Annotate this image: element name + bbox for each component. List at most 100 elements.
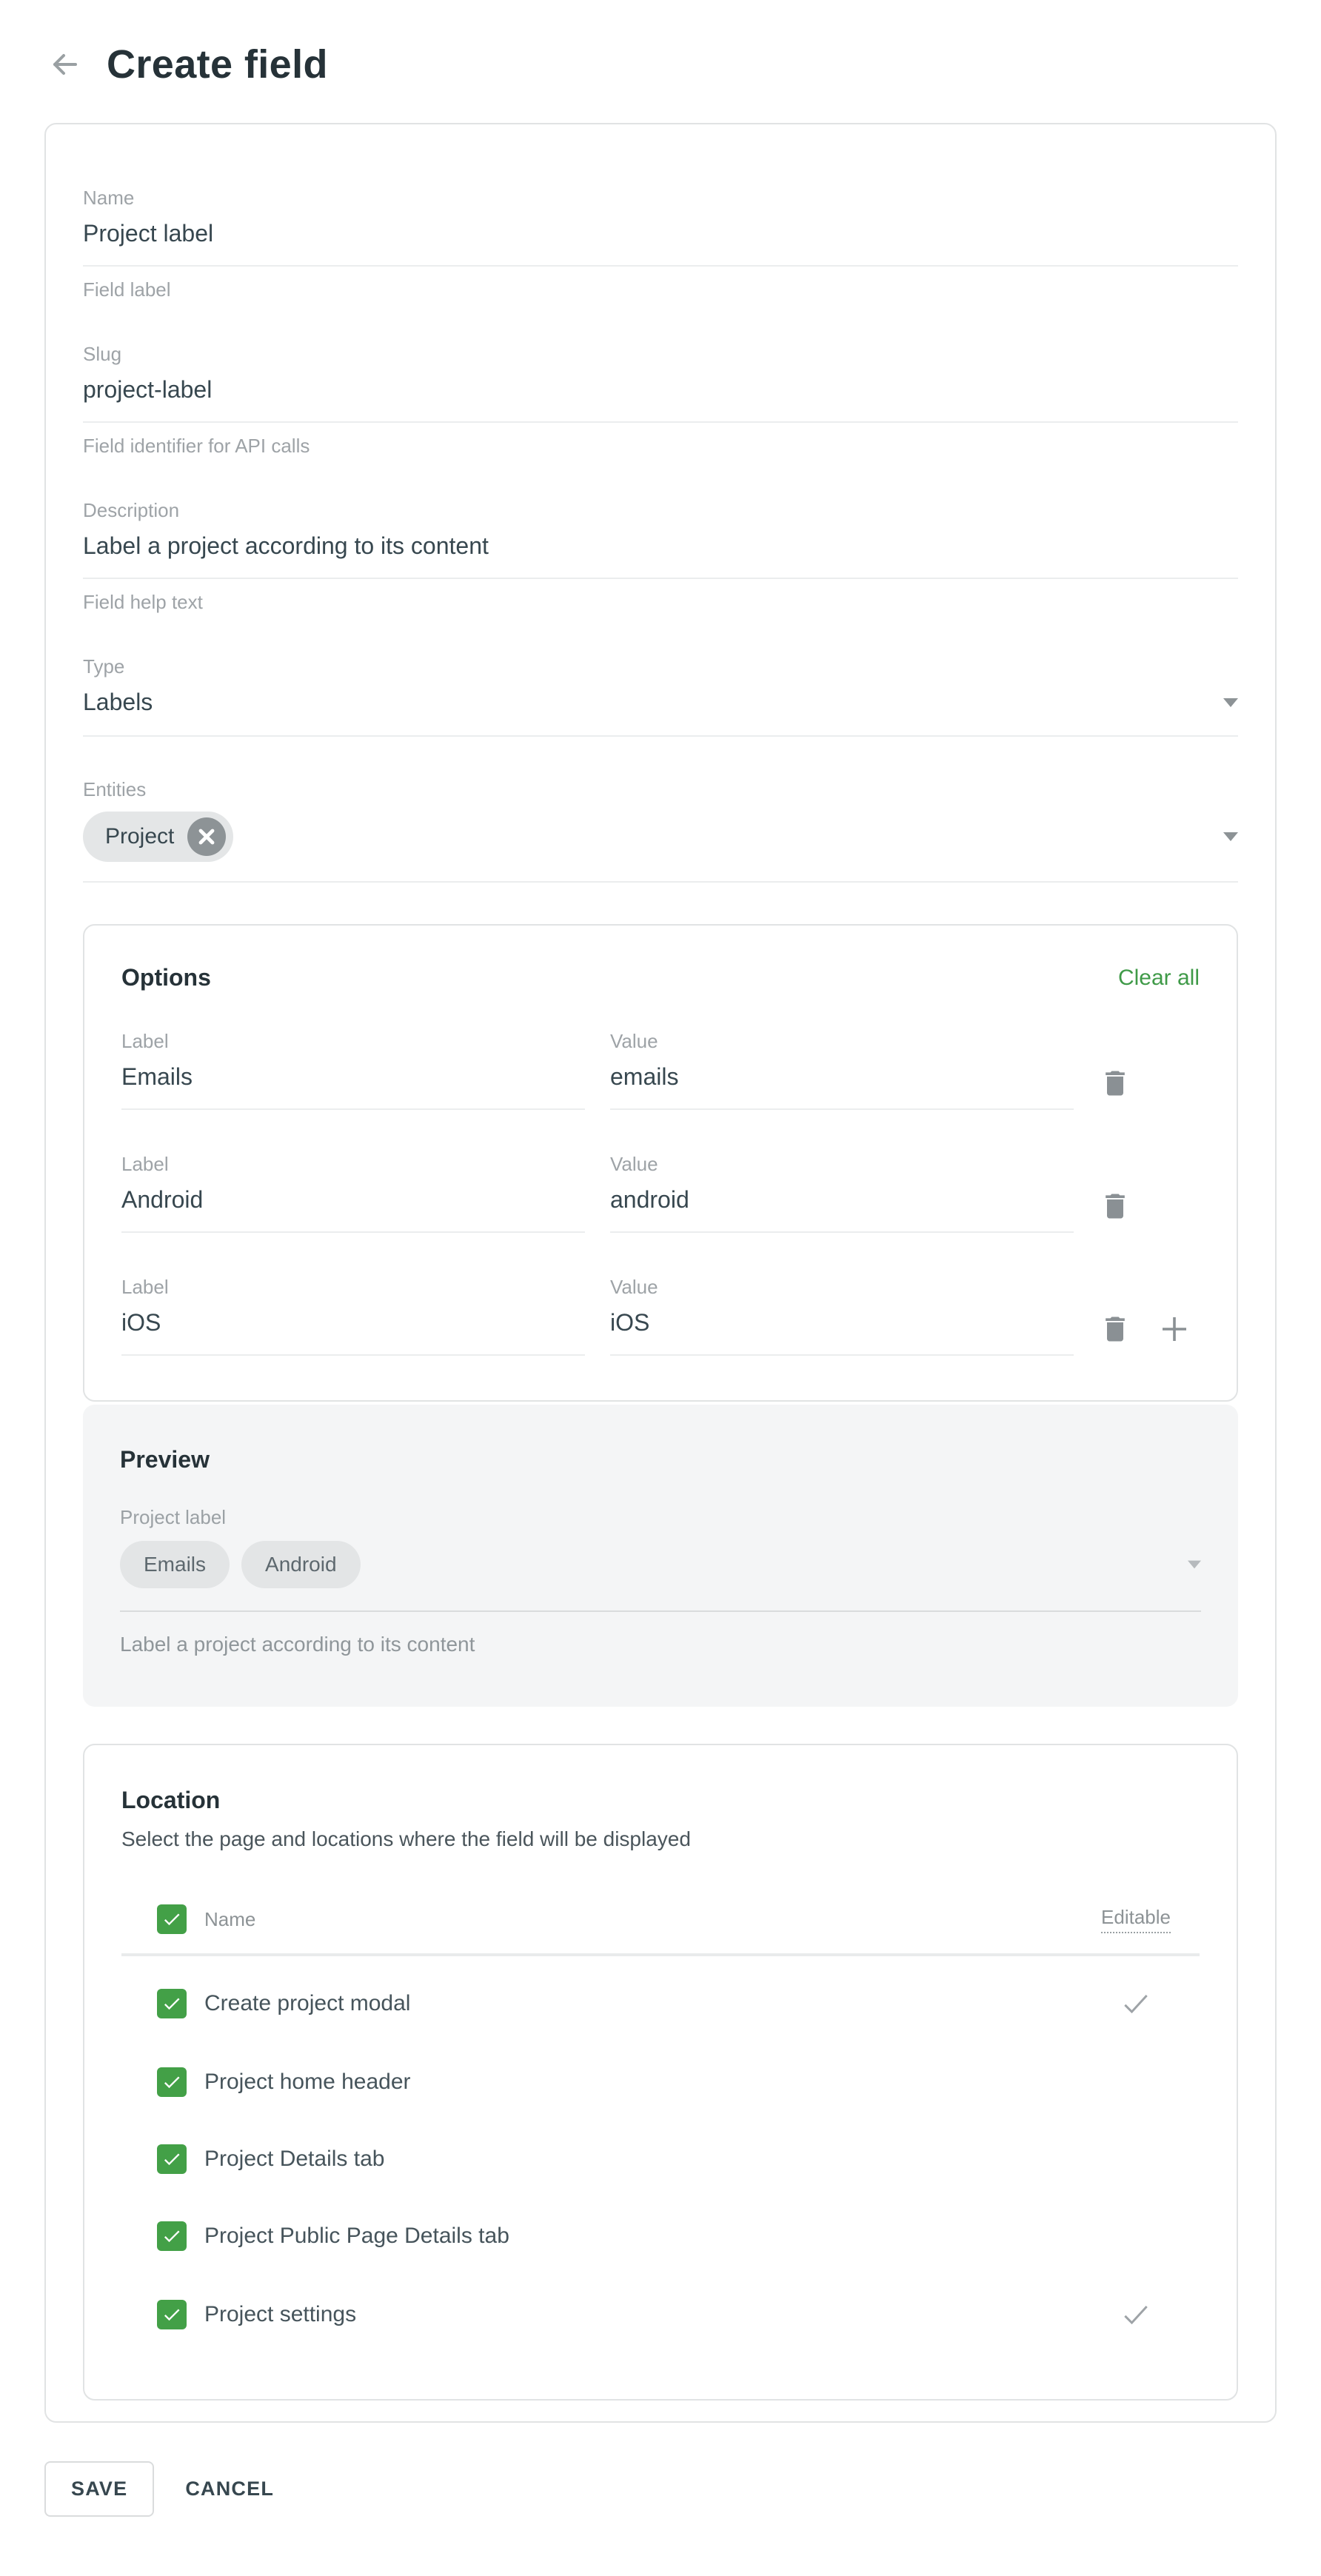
save-button[interactable]: SAVE	[44, 2461, 154, 2517]
entities-field-label: Entities	[83, 778, 1238, 801]
slug-field-label: Slug	[83, 343, 1238, 366]
option-label-input[interactable]	[121, 1063, 585, 1110]
row-checkbox[interactable]	[157, 2144, 187, 2174]
topbar: Create field	[44, 41, 1277, 87]
row-checkbox[interactable]	[157, 2300, 187, 2329]
check-icon	[161, 2149, 182, 2169]
editable-check-icon	[1120, 1987, 1152, 2020]
entities-field-group: Entities Project	[83, 778, 1238, 883]
preview-chip: Emails	[120, 1541, 230, 1588]
name-field-label: Name	[83, 187, 1238, 210]
location-row: Project Details tab	[121, 2121, 1200, 2198]
preview-labels-select[interactable]: Emails Android	[120, 1541, 1201, 1612]
row-checkbox-cell	[121, 2144, 204, 2174]
options-panel-header: Options Clear all	[121, 964, 1200, 991]
location-row-name: Project Details tab	[204, 2147, 384, 2172]
back-button[interactable]	[47, 47, 83, 82]
option-value-input[interactable]	[610, 1186, 1074, 1233]
delete-option-button[interactable]	[1099, 1067, 1131, 1100]
preview-field-label: Project label	[120, 1506, 1201, 1529]
table-header-divider	[121, 1953, 1200, 1956]
create-field-page: Create field Name Field label Slug Field…	[0, 0, 1321, 2576]
entity-chip: Project	[83, 812, 233, 862]
check-icon	[161, 2226, 182, 2247]
row-checkbox-cell	[121, 2067, 204, 2097]
type-select[interactable]: Labels	[83, 689, 1238, 737]
option-value-caption: Value	[610, 1153, 1074, 1176]
clear-all-button[interactable]: Clear all	[1118, 966, 1200, 991]
delete-option-button[interactable]	[1099, 1190, 1131, 1222]
cancel-button[interactable]: CANCEL	[182, 2463, 277, 2515]
option-value-caption: Value	[610, 1276, 1074, 1299]
slug-field-group: Slug Field identifier for API calls	[83, 343, 1238, 458]
option-row: Label Value	[121, 1276, 1200, 1356]
option-label-caption: Label	[121, 1276, 585, 1299]
location-row-name: Project settings	[204, 2302, 356, 2327]
option-value-caption: Value	[610, 1030, 1074, 1053]
option-label-input[interactable]	[121, 1186, 585, 1233]
preview-chip: Android	[241, 1541, 361, 1588]
row-checkbox-cell	[121, 1989, 204, 2018]
options-panel: Options Clear all Label Value	[83, 924, 1238, 1402]
location-row: Project home header	[121, 2044, 1200, 2121]
option-value-input[interactable]	[610, 1063, 1074, 1110]
description-input[interactable]	[83, 532, 1238, 579]
option-row-actions	[1099, 1276, 1211, 1356]
preview-panel: Preview Project label Emails Android Lab…	[83, 1405, 1238, 1707]
name-input[interactable]	[83, 220, 1238, 267]
row-checkbox[interactable]	[157, 2067, 187, 2097]
row-checkbox-cell	[121, 2300, 204, 2329]
chevron-down-icon	[1223, 832, 1238, 841]
option-row: Label Value	[121, 1030, 1200, 1110]
location-row: Project Public Page Details tab	[121, 2198, 1200, 2275]
check-icon	[161, 1993, 182, 2014]
form-actions: SAVE CANCEL	[44, 2461, 1277, 2517]
option-label-caption: Label	[121, 1030, 585, 1053]
check-icon	[161, 1909, 182, 1930]
slug-field-helper: Field identifier for API calls	[83, 435, 1238, 458]
trash-icon	[1099, 1067, 1131, 1100]
editable-column-cell: Editable	[1072, 1906, 1200, 1933]
preview-title: Preview	[120, 1446, 1201, 1473]
location-row-name: Create project modal	[204, 1991, 410, 2016]
options-title: Options	[121, 964, 211, 991]
description-field-label: Description	[83, 499, 1238, 522]
slug-input[interactable]	[83, 376, 1238, 423]
row-checkbox[interactable]	[157, 2221, 187, 2251]
option-value-field: Value	[610, 1030, 1074, 1110]
editable-cell	[1072, 1987, 1200, 2020]
entity-chip-label: Project	[105, 824, 174, 849]
option-label-field: Label	[121, 1153, 585, 1233]
option-value-input[interactable]	[610, 1309, 1074, 1356]
location-row: Project settings	[121, 2275, 1200, 2355]
check-icon	[161, 2072, 182, 2092]
add-option-button[interactable]	[1157, 1311, 1192, 1347]
option-label-input[interactable]	[121, 1309, 585, 1356]
page-title: Create field	[107, 41, 328, 87]
description-field-helper: Field help text	[83, 591, 1238, 614]
plus-icon	[1157, 1311, 1192, 1347]
option-label-field: Label	[121, 1030, 585, 1110]
name-column-header: Name	[204, 1908, 255, 1931]
close-icon	[198, 828, 215, 846]
select-all-checkbox[interactable]	[157, 1904, 187, 1934]
chevron-down-icon	[1223, 698, 1238, 707]
option-row-actions	[1099, 1030, 1211, 1110]
editable-column-header[interactable]: Editable	[1101, 1906, 1171, 1933]
preview-helper: Label a project according to its content	[120, 1633, 1201, 1656]
delete-option-button[interactable]	[1099, 1313, 1131, 1345]
trash-icon	[1099, 1313, 1131, 1345]
type-select-value: Labels	[83, 689, 153, 716]
remove-entity-button[interactable]	[187, 817, 226, 856]
option-value-field: Value	[610, 1276, 1074, 1356]
description-field-group: Description Field help text	[83, 499, 1238, 614]
entities-select[interactable]: Project	[83, 812, 1238, 883]
type-field-label: Type	[83, 655, 1238, 678]
location-row-name: Project home header	[204, 2070, 411, 2095]
row-checkbox[interactable]	[157, 1989, 187, 2018]
arrow-left-icon	[47, 47, 83, 82]
location-row: Create project modal	[121, 1964, 1200, 2044]
chevron-down-icon	[1188, 1560, 1201, 1569]
editable-cell	[1072, 2298, 1200, 2331]
trash-icon	[1099, 1190, 1131, 1222]
